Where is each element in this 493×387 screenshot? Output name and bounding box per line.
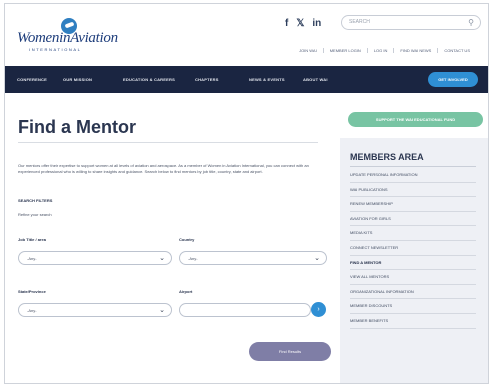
sidebar-item[interactable]: MEMBER DISCOUNTS xyxy=(350,299,476,314)
job-title-value: -Any- xyxy=(27,256,37,261)
nav-item-mission[interactable]: OUR MISSION xyxy=(63,77,92,82)
refine-label: Refine your search xyxy=(18,212,52,217)
country-label: Country xyxy=(179,237,195,242)
main-nav: CONFERENCE OUR MISSION EDUCATION & CAREE… xyxy=(5,66,488,93)
country-value: -Any- xyxy=(188,256,198,261)
logo-subtitle: INTERNATIONAL xyxy=(29,47,82,52)
twitter-icon[interactable]: 𝕏 xyxy=(296,18,304,29)
airport-input[interactable] xyxy=(179,303,311,317)
search-filters-label: SEARCH FILTERS xyxy=(18,198,53,203)
utility-links: JOIN WAI MEMBER LOGIN LOG IN FIND WAI NE… xyxy=(293,48,476,53)
get-involved-button[interactable]: GET INVOLVED xyxy=(428,72,478,87)
sidebar-item[interactable]: CONNECT NEWSLETTER xyxy=(350,241,476,256)
link-news[interactable]: FIND WAI NEWS xyxy=(393,48,437,53)
link-contact[interactable]: CONTACT US xyxy=(437,48,476,53)
link-join[interactable]: JOIN WAI xyxy=(293,48,323,53)
sidebar-item[interactable]: RENEW MEMBERSHIP xyxy=(350,197,476,212)
page-title: Find a Mentor xyxy=(18,117,136,137)
state-value: -Any- xyxy=(27,308,37,313)
social-links: f 𝕏 in xyxy=(285,18,321,29)
sidebar-item[interactable]: WAI PUBLICATIONS xyxy=(350,183,476,198)
search-icon[interactable]: ⚲ xyxy=(468,18,474,27)
country-select[interactable]: -Any- ⌄ xyxy=(179,251,327,265)
sidebar-title: MEMBERS AREA xyxy=(350,152,424,162)
sidebar-item[interactable]: MEMBER BENEFITS xyxy=(350,314,476,329)
logo-text: WomeninAviation xyxy=(17,30,118,46)
chevron-down-icon: ⌄ xyxy=(314,255,320,262)
nav-item-conference[interactable]: CONFERENCE xyxy=(17,77,47,82)
members-sidebar: MEMBERS AREA UPDATE PERSONAL INFORMATION… xyxy=(340,138,488,383)
browser-frame: WomeninAviation INTERNATIONAL f 𝕏 in SEA… xyxy=(4,3,489,384)
state-label: State/Province xyxy=(18,289,46,294)
airport-label: Airport xyxy=(179,289,193,294)
search-input[interactable]: SEARCH ⚲ xyxy=(341,15,481,30)
job-title-select[interactable]: -Any- ⌄ xyxy=(18,251,172,265)
sidebar-item-active[interactable]: FIND A MENTOR xyxy=(350,256,476,271)
job-title-label: Job Title / area xyxy=(18,237,46,242)
search-placeholder: SEARCH xyxy=(349,19,370,25)
sidebar-divider xyxy=(350,166,476,167)
divider xyxy=(18,142,318,143)
nav-item-chapters[interactable]: CHAPTERS xyxy=(195,77,219,82)
chevron-down-icon: ⌄ xyxy=(159,255,165,262)
find-results-button[interactable]: Find Results xyxy=(249,342,331,361)
sidebar-item[interactable]: VIEW ALL MENTORS xyxy=(350,270,476,285)
facebook-icon[interactable]: f xyxy=(285,18,288,29)
sidebar-item[interactable]: AVIATION FOR GIRLS xyxy=(350,212,476,227)
state-select[interactable]: -Any- ⌄ xyxy=(18,303,172,317)
chevron-down-icon: ⌄ xyxy=(159,307,165,314)
intro-text: Our mentors offer their expertise to sup… xyxy=(18,163,309,174)
airport-search-button[interactable]: › xyxy=(311,302,326,317)
nav-item-education[interactable]: EDUCATION & CAREERS xyxy=(123,77,175,82)
sidebar-item[interactable]: MEDIA KITS xyxy=(350,226,476,241)
sidebar-item[interactable]: ORGANIZATIONAL INFORMATION xyxy=(350,285,476,300)
logo[interactable]: WomeninAviation INTERNATIONAL xyxy=(15,16,125,54)
nav-item-about[interactable]: ABOUT WAI xyxy=(303,77,328,82)
sidebar-item[interactable]: UPDATE PERSONAL INFORMATION xyxy=(350,168,476,183)
nav-item-news[interactable]: NEWS & EVENTS xyxy=(249,77,285,82)
link-member-login[interactable]: MEMBER LOGIN xyxy=(322,48,367,53)
link-log-in[interactable]: LOG IN xyxy=(366,48,394,53)
support-fund-button[interactable]: SUPPORT THE WAI EDUCATIONAL FUND xyxy=(348,112,483,127)
sidebar-menu: UPDATE PERSONAL INFORMATION WAI PUBLICAT… xyxy=(350,168,476,329)
linkedin-icon[interactable]: in xyxy=(312,18,321,29)
